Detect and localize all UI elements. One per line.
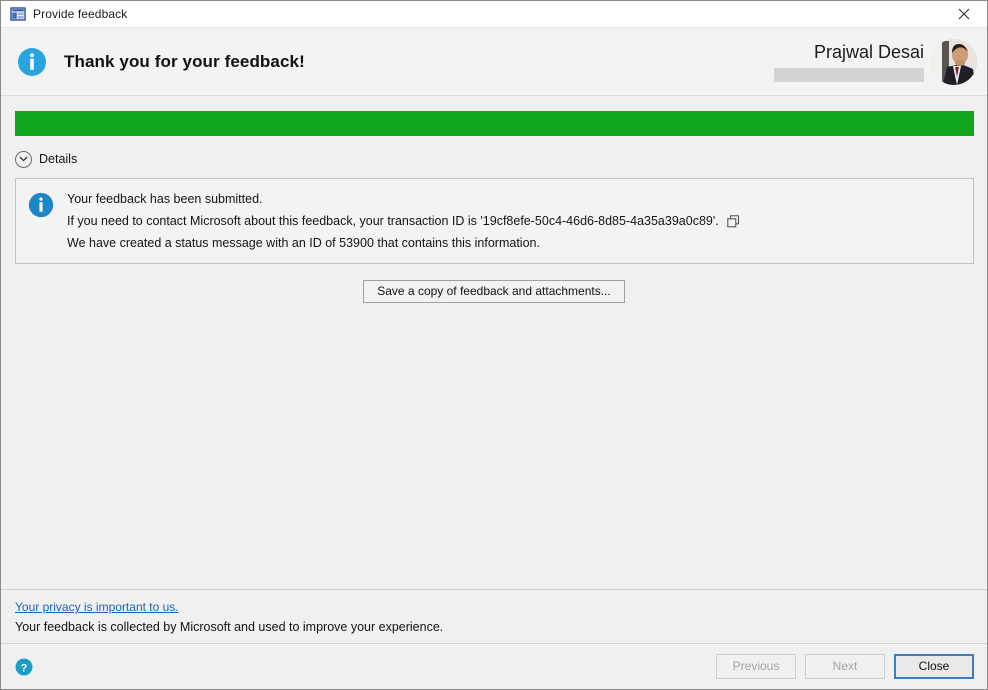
dialog-footer: ? Previous Next Close xyxy=(1,643,987,689)
progress-bar xyxy=(15,111,974,136)
details-panel: Your feedback has been submitted. If you… xyxy=(15,178,974,264)
details-expander-label: Details xyxy=(39,152,78,166)
help-circle-icon[interactable]: ? xyxy=(14,656,34,677)
details-line-2: If you need to contact Microsoft about t… xyxy=(67,214,740,229)
details-line-1: Your feedback has been submitted. xyxy=(67,192,740,207)
close-icon[interactable] xyxy=(941,1,987,27)
details-line-2-text: If you need to contact Microsoft about t… xyxy=(67,214,719,228)
window-title: Provide feedback xyxy=(33,7,128,21)
dialog-header: Thank you for your feedback! Prajwal Des… xyxy=(1,28,987,96)
progress-bar-fill xyxy=(15,111,974,136)
privacy-link[interactable]: Your privacy is important to us. xyxy=(15,600,179,614)
details-panel-lines: Your feedback has been submitted. If you… xyxy=(67,191,740,251)
provide-feedback-dialog: Provide feedback Thank you for your feed… xyxy=(0,0,988,690)
feedback-window-icon xyxy=(10,6,26,22)
details-line-3: We have created a status message with an… xyxy=(67,236,740,251)
close-x-glyph xyxy=(958,8,970,20)
chevron-down-icon[interactable] xyxy=(15,150,32,168)
next-button[interactable]: Next xyxy=(805,654,885,679)
details-line-3-text: We have created a status message with an… xyxy=(67,236,540,250)
copy-icon[interactable] xyxy=(727,215,740,228)
info-circle-icon xyxy=(28,192,54,218)
footer-buttons: Previous Next Close xyxy=(716,654,974,679)
user-text-block: Prajwal Desai xyxy=(774,41,924,82)
info-circle-icon xyxy=(17,47,47,77)
details-expander[interactable]: Details xyxy=(15,149,105,169)
user-name: Prajwal Desai xyxy=(813,42,924,62)
save-copy-button[interactable]: Save a copy of feedback and attachments.… xyxy=(363,280,625,303)
dialog-body: Details Your feedback has been submitted… xyxy=(1,96,987,589)
privacy-note: Your feedback is collected by Microsoft … xyxy=(15,620,444,634)
user-avatar-photo xyxy=(931,38,977,85)
close-button[interactable]: Close xyxy=(894,654,974,679)
details-line-1-text: Your feedback has been submitted. xyxy=(67,192,263,206)
save-copy-row: Save a copy of feedback and attachments.… xyxy=(15,280,973,303)
user-profile[interactable]: Prajwal Desai xyxy=(774,28,977,95)
privacy-section: Your privacy is important to us. Your fe… xyxy=(1,589,987,643)
page-title: Thank you for your feedback! xyxy=(64,51,305,71)
title-bar: Provide feedback xyxy=(1,1,987,28)
svg-text:?: ? xyxy=(21,662,28,674)
previous-button[interactable]: Previous xyxy=(716,654,796,679)
user-email-redacted xyxy=(774,68,924,82)
avatar[interactable] xyxy=(931,38,977,85)
